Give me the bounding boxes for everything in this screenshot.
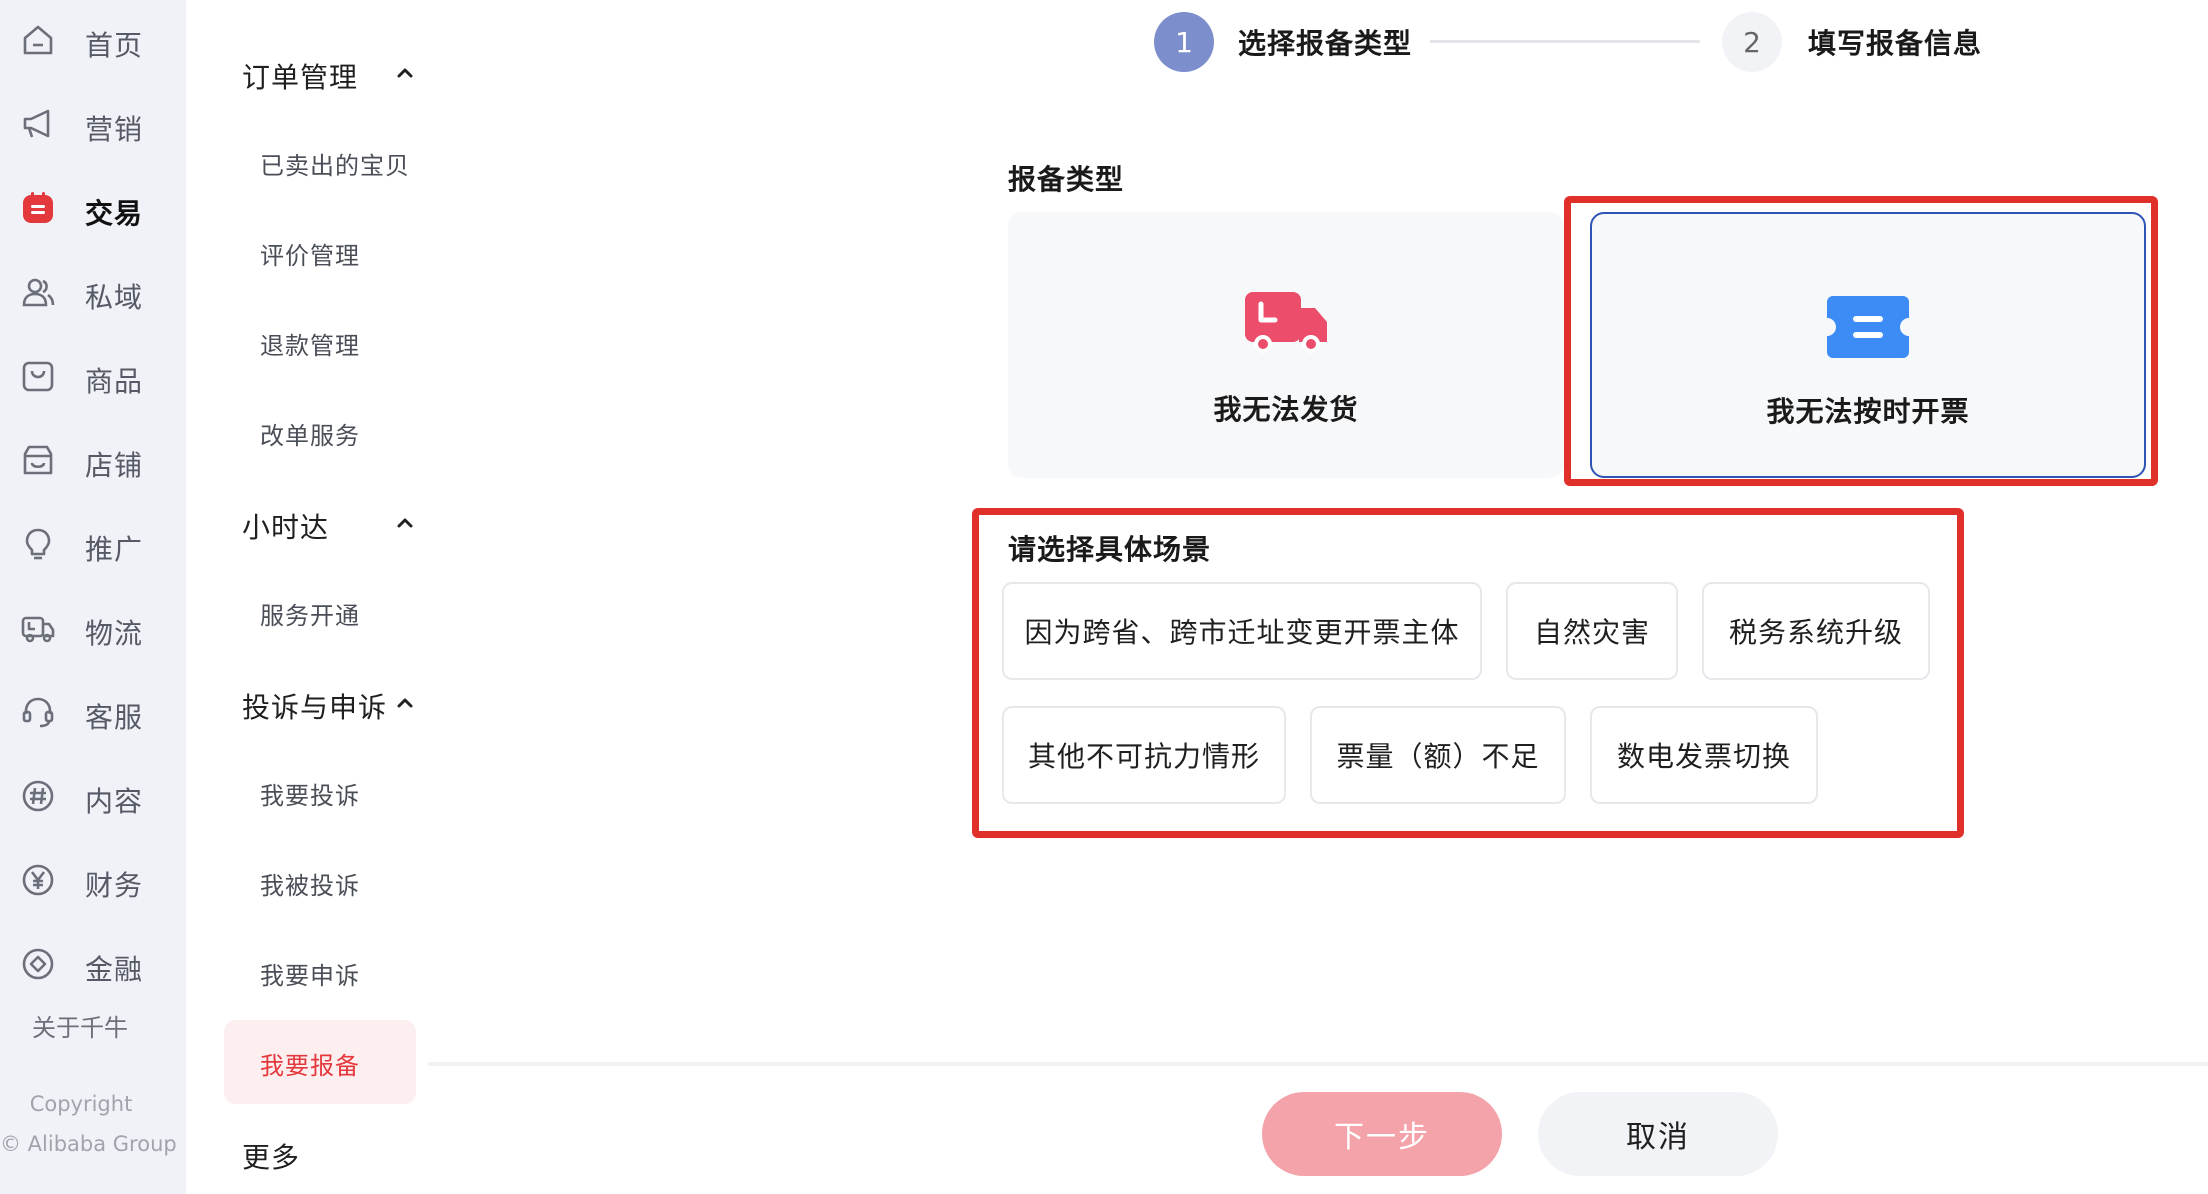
rail-item-private-domain[interactable]: 私域 xyxy=(0,264,186,324)
rail-item-products[interactable]: 商品 xyxy=(0,348,186,408)
rail-item-content[interactable]: 内容 xyxy=(0,768,186,828)
step-connector xyxy=(1430,40,1700,43)
hash-icon xyxy=(20,778,56,814)
rail-item-finance[interactable]: 财务 xyxy=(0,852,186,912)
menu-group-orders[interactable]: 订单管理 xyxy=(242,56,358,96)
rail-label: 客服 xyxy=(85,701,144,734)
menu-item-file-complaint[interactable]: 我要投诉 xyxy=(260,776,360,811)
rail-label: 首页 xyxy=(85,29,144,62)
rail-item-home[interactable]: 首页 xyxy=(0,12,186,72)
chevron-up-icon[interactable] xyxy=(394,692,416,714)
secondary-menu: 订单管理 已卖出的宝贝 评价管理 退款管理 改单服务 小时达 服务开通 投诉与申… xyxy=(186,0,426,1194)
type-card-cannot-ship[interactable]: 我无法发货 xyxy=(1008,212,1564,478)
copyright-owner: © Alibaba Group xyxy=(0,1132,177,1156)
type-card-label: 我无法发货 xyxy=(1213,393,1359,426)
step-2-indicator: 2 xyxy=(1722,12,1782,72)
rail-label: 商品 xyxy=(85,365,144,398)
rail-label: 金融 xyxy=(85,953,144,986)
rail-item-logistics[interactable]: 物流 xyxy=(0,600,186,660)
step-1-label: 选择报备类型 xyxy=(1238,27,1413,60)
rail-item-trade[interactable]: 交易 xyxy=(0,180,186,240)
menu-item-refunds[interactable]: 退款管理 xyxy=(260,326,360,361)
menu-more[interactable]: 更多 xyxy=(242,1136,300,1176)
rail-item-marketing[interactable]: 营销 xyxy=(0,96,186,156)
primary-nav-rail: 首页 营销 交易 私域 商品 店铺 推广 物流 客服 内容 财务 金融 关于千牛… xyxy=(0,0,186,1194)
megaphone-icon xyxy=(20,106,56,142)
rail-item-customer-service[interactable]: 客服 xyxy=(0,684,186,744)
rail-label: 店铺 xyxy=(85,449,144,482)
menu-item-report[interactable]: 我要报备 xyxy=(260,1046,360,1081)
highlight-box-scenario xyxy=(972,508,1964,838)
menu-item-appeal[interactable]: 我要申诉 xyxy=(260,956,360,991)
home-icon xyxy=(20,22,56,58)
headset-icon xyxy=(20,694,56,730)
rail-label: 推广 xyxy=(85,533,144,566)
menu-item-reviews[interactable]: 评价管理 xyxy=(260,236,360,271)
chevron-up-icon[interactable] xyxy=(394,62,416,84)
copyright-text: Copyright xyxy=(29,1092,133,1116)
rail-label: 私域 xyxy=(85,281,144,314)
trade-icon xyxy=(20,190,56,226)
yuan-icon xyxy=(20,862,56,898)
report-type-title: 报备类型 xyxy=(1008,163,1125,196)
menu-group-hourly[interactable]: 小时达 xyxy=(242,506,329,546)
about-link[interactable]: 关于千牛 xyxy=(32,1008,128,1043)
highlight-box-invoice xyxy=(1564,196,2158,486)
rail-label: 物流 xyxy=(85,617,144,650)
step-2-label: 填写报备信息 xyxy=(1808,27,1983,60)
rail-label: 营销 xyxy=(85,113,144,146)
bulb-icon xyxy=(20,526,56,562)
finance-icon xyxy=(20,946,56,982)
rail-item-financial-services[interactable]: 金融 xyxy=(0,936,186,996)
chevron-up-icon[interactable] xyxy=(394,512,416,534)
rail-label: 内容 xyxy=(85,785,144,818)
next-step-button[interactable]: 下一步 xyxy=(1262,1092,1502,1176)
menu-item-order-change[interactable]: 改单服务 xyxy=(260,416,360,451)
rail-label: 财务 xyxy=(85,869,144,902)
step-1-indicator: 1 xyxy=(1154,12,1214,72)
truck-icon xyxy=(20,610,56,646)
rail-label: 交易 xyxy=(85,197,144,230)
footer-divider xyxy=(428,1062,2208,1066)
menu-item-service-activation[interactable]: 服务开通 xyxy=(260,596,360,631)
users-icon xyxy=(20,274,56,310)
bag-icon xyxy=(20,358,56,394)
rail-item-store[interactable]: 店铺 xyxy=(0,432,186,492)
store-icon xyxy=(20,442,56,478)
menu-item-received-complaints[interactable]: 我被投诉 xyxy=(260,866,360,901)
rail-item-promotion[interactable]: 推广 xyxy=(0,516,186,576)
truck-icon xyxy=(1245,292,1327,353)
menu-item-sold-items[interactable]: 已卖出的宝贝 xyxy=(260,146,410,181)
cancel-button[interactable]: 取消 xyxy=(1538,1092,1778,1176)
menu-group-complaints[interactable]: 投诉与申诉 xyxy=(242,686,387,726)
